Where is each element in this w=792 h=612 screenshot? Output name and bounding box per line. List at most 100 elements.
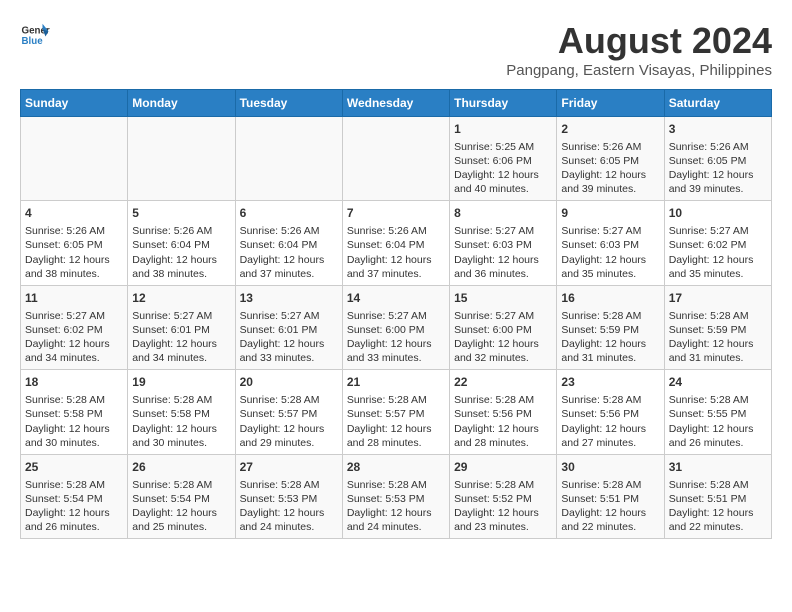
calendar-cell [342, 117, 449, 201]
calendar-cell: 6Sunrise: 5:26 AM Sunset: 6:04 PM Daylig… [235, 201, 342, 285]
cell-content: Sunrise: 5:26 AM Sunset: 6:05 PM Dayligh… [25, 224, 123, 281]
day-number: 7 [347, 205, 445, 222]
header-row: SundayMondayTuesdayWednesdayThursdayFrid… [21, 90, 772, 117]
cell-content: Sunrise: 5:28 AM Sunset: 5:54 PM Dayligh… [132, 478, 230, 535]
cell-content: Sunrise: 5:27 AM Sunset: 6:02 PM Dayligh… [669, 224, 767, 281]
calendar-cell: 27Sunrise: 5:28 AM Sunset: 5:53 PM Dayli… [235, 454, 342, 538]
week-row-1: 1 Sunrise: 5:25 AM Sunset: 6:06 PM Daylig… [21, 117, 772, 201]
cell-content: Sunrise: 5:28 AM Sunset: 5:58 PM Dayligh… [132, 393, 230, 450]
day-number: 23 [561, 374, 659, 391]
calendar-cell: 9 Sunrise: 5:27 AM Sunset: 6:03 PM Daylig… [557, 201, 664, 285]
day-number: 20 [240, 374, 338, 391]
main-title: August 2024 [506, 20, 772, 62]
day-number: 24 [669, 374, 767, 391]
calendar-cell: 7 Sunrise: 5:26 AM Sunset: 6:04 PM Daylig… [342, 201, 449, 285]
logo: General Blue [20, 20, 50, 50]
day-number: 19 [132, 374, 230, 391]
calendar-cell: 1 Sunrise: 5:25 AM Sunset: 6:06 PM Daylig… [450, 117, 557, 201]
day-number: 2 [561, 121, 659, 138]
calendar-cell: 15 Sunrise: 5:27 AM Sunset: 6:00 PM Dayli… [450, 285, 557, 369]
cell-content: Sunrise: 5:28 AM Sunset: 5:57 PM Dayligh… [240, 393, 338, 450]
header-day-thursday: Thursday [450, 90, 557, 117]
title-area: August 2024 Pangpang, Eastern Visayas, P… [506, 20, 772, 79]
day-number: 16 [561, 290, 659, 307]
week-row-4: 18 Sunrise: 5:28 AM Sunset: 5:58 PM Dayli… [21, 370, 772, 454]
subtitle: Pangpang, Eastern Visayas, Philippines [506, 62, 772, 79]
cell-content: Sunrise: 5:28 AM Sunset: 5:56 PM Dayligh… [561, 393, 659, 450]
cell-content: Sunrise: 5:28 AM Sunset: 5:59 PM Dayligh… [561, 309, 659, 366]
cell-content: Sunrise: 5:26 AM Sunset: 6:04 PM Dayligh… [132, 224, 230, 281]
cell-content: Sunrise: 5:28 AM Sunset: 5:56 PM Dayligh… [454, 393, 552, 450]
cell-content: Sunrise: 5:28 AM Sunset: 5:54 PM Dayligh… [25, 478, 123, 535]
header-day-saturday: Saturday [664, 90, 771, 117]
week-row-3: 11Sunrise: 5:27 AM Sunset: 6:02 PM Dayli… [21, 285, 772, 369]
cell-content: Sunrise: 5:28 AM Sunset: 5:55 PM Dayligh… [669, 393, 767, 450]
svg-text:Blue: Blue [22, 36, 44, 47]
cell-content: Sunrise: 5:28 AM Sunset: 5:57 PM Dayligh… [347, 393, 445, 450]
cell-content: Sunrise: 5:27 AM Sunset: 6:03 PM Dayligh… [454, 224, 552, 281]
day-number: 5 [132, 205, 230, 222]
day-number: 18 [25, 374, 123, 391]
calendar-cell: 14Sunrise: 5:27 AM Sunset: 6:00 PM Dayli… [342, 285, 449, 369]
calendar-cell: 16 Sunrise: 5:28 AM Sunset: 5:59 PM Dayli… [557, 285, 664, 369]
header-day-tuesday: Tuesday [235, 90, 342, 117]
calendar-cell: 30Sunrise: 5:28 AM Sunset: 5:51 PM Dayli… [557, 454, 664, 538]
calendar-cell: 26 Sunrise: 5:28 AM Sunset: 5:54 PM Dayli… [128, 454, 235, 538]
calendar-cell: 22 Sunrise: 5:28 AM Sunset: 5:56 PM Dayli… [450, 370, 557, 454]
cell-content: Sunrise: 5:27 AM Sunset: 6:01 PM Dayligh… [240, 309, 338, 366]
cell-content: Sunrise: 5:28 AM Sunset: 5:52 PM Dayligh… [454, 478, 552, 535]
day-number: 26 [132, 459, 230, 476]
day-number: 13 [240, 290, 338, 307]
calendar-cell [235, 117, 342, 201]
day-number: 30 [561, 459, 659, 476]
calendar-cell: 5 Sunrise: 5:26 AM Sunset: 6:04 PM Daylig… [128, 201, 235, 285]
day-number: 12 [132, 290, 230, 307]
header-day-friday: Friday [557, 90, 664, 117]
cell-content: Sunrise: 5:27 AM Sunset: 6:00 PM Dayligh… [347, 309, 445, 366]
day-number: 1 [454, 121, 552, 138]
cell-content: Sunrise: 5:27 AM Sunset: 6:01 PM Dayligh… [132, 309, 230, 366]
day-number: 10 [669, 205, 767, 222]
calendar-cell: 28 Sunrise: 5:28 AM Sunset: 5:53 PM Dayli… [342, 454, 449, 538]
cell-content: Sunrise: 5:26 AM Sunset: 6:04 PM Dayligh… [347, 224, 445, 281]
day-number: 22 [454, 374, 552, 391]
calendar-cell: 31Sunrise: 5:28 AM Sunset: 5:51 PM Dayli… [664, 454, 771, 538]
calendar-cell: 2 Sunrise: 5:26 AM Sunset: 6:05 PM Daylig… [557, 117, 664, 201]
calendar-cell: 20 Sunrise: 5:28 AM Sunset: 5:57 PM Dayli… [235, 370, 342, 454]
calendar-cell: 23 Sunrise: 5:28 AM Sunset: 5:56 PM Dayli… [557, 370, 664, 454]
day-number: 31 [669, 459, 767, 476]
cell-content: Sunrise: 5:27 AM Sunset: 6:00 PM Dayligh… [454, 309, 552, 366]
day-number: 9 [561, 205, 659, 222]
calendar-cell: 19 Sunrise: 5:28 AM Sunset: 5:58 PM Dayli… [128, 370, 235, 454]
calendar-cell: 13 Sunrise: 5:27 AM Sunset: 6:01 PM Dayli… [235, 285, 342, 369]
cell-content: Sunrise: 5:28 AM Sunset: 5:53 PM Dayligh… [347, 478, 445, 535]
calendar-cell: 21 Sunrise: 5:28 AM Sunset: 5:57 PM Dayli… [342, 370, 449, 454]
calendar-cell: 25 Sunrise: 5:28 AM Sunset: 5:54 PM Dayli… [21, 454, 128, 538]
cell-content: Sunrise: 5:26 AM Sunset: 6:05 PM Dayligh… [561, 140, 659, 197]
header-day-monday: Monday [128, 90, 235, 117]
day-number: 4 [25, 205, 123, 222]
calendar-cell: 8 Sunrise: 5:27 AM Sunset: 6:03 PM Daylig… [450, 201, 557, 285]
day-number: 15 [454, 290, 552, 307]
day-number: 21 [347, 374, 445, 391]
day-number: 29 [454, 459, 552, 476]
calendar-cell: 17 Sunrise: 5:28 AM Sunset: 5:59 PM Dayli… [664, 285, 771, 369]
calendar-header: SundayMondayTuesdayWednesdayThursdayFrid… [21, 90, 772, 117]
cell-content: Sunrise: 5:27 AM Sunset: 6:03 PM Dayligh… [561, 224, 659, 281]
calendar-cell: 3Sunrise: 5:26 AM Sunset: 6:05 PM Daylig… [664, 117, 771, 201]
day-number: 28 [347, 459, 445, 476]
calendar-cell: 18 Sunrise: 5:28 AM Sunset: 5:58 PM Dayli… [21, 370, 128, 454]
cell-content: Sunrise: 5:28 AM Sunset: 5:59 PM Dayligh… [669, 309, 767, 366]
day-number: 17 [669, 290, 767, 307]
cell-content: Sunrise: 5:28 AM Sunset: 5:58 PM Dayligh… [25, 393, 123, 450]
day-number: 25 [25, 459, 123, 476]
day-number: 3 [669, 121, 767, 138]
day-number: 8 [454, 205, 552, 222]
calendar-cell [21, 117, 128, 201]
calendar-table: SundayMondayTuesdayWednesdayThursdayFrid… [20, 89, 772, 539]
day-number: 11 [25, 290, 123, 307]
calendar-cell: 24 Sunrise: 5:28 AM Sunset: 5:55 PM Dayli… [664, 370, 771, 454]
calendar-cell [128, 117, 235, 201]
calendar-cell: 10 Sunrise: 5:27 AM Sunset: 6:02 PM Dayli… [664, 201, 771, 285]
cell-content: Sunrise: 5:25 AM Sunset: 6:06 PM Dayligh… [454, 140, 552, 197]
